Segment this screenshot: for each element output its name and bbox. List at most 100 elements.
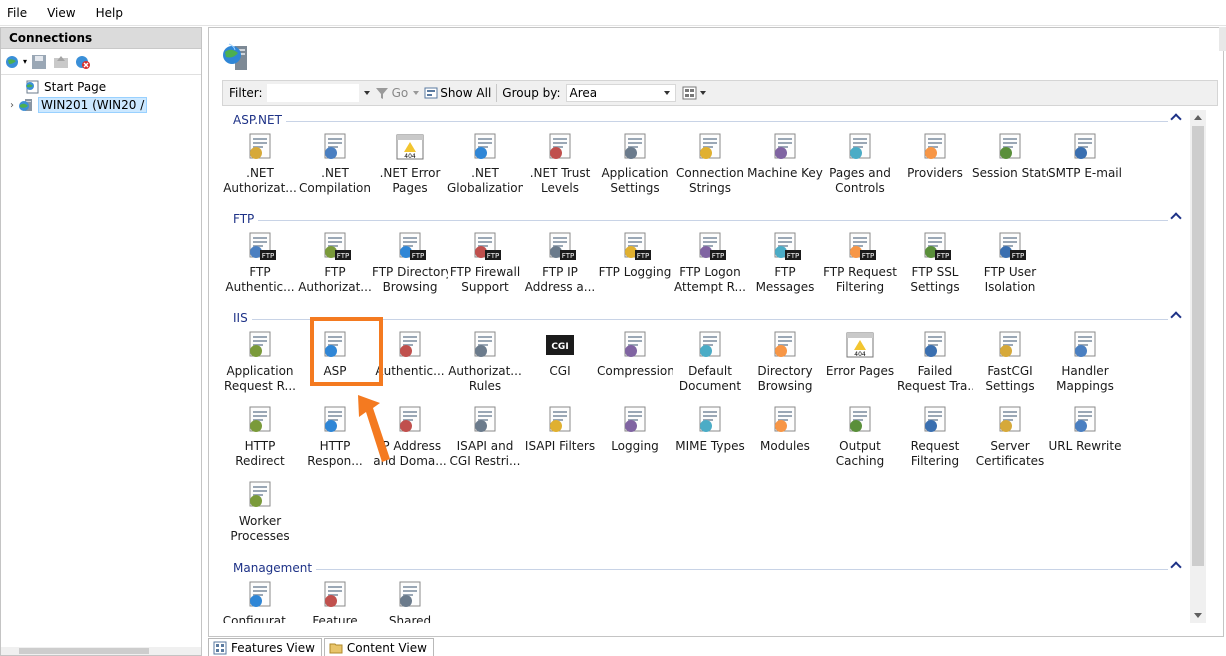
feature-server-certificates[interactable]: Server Certificates xyxy=(972,400,1048,474)
group-by-label: Group by: xyxy=(502,86,561,100)
feature-dotnet-error-pages[interactable]: 404 .NET Error Pages xyxy=(372,127,448,201)
connect-dropdown-icon[interactable]: ▾ xyxy=(23,57,27,66)
feature-failed-request-tracing[interactable]: Failed Request Tra... xyxy=(897,325,973,399)
svg-text:404: 404 xyxy=(404,153,416,160)
menu-file[interactable]: File xyxy=(7,6,27,20)
up-folder-icon[interactable] xyxy=(53,54,69,70)
feature-connection-strings[interactable]: Connection Strings xyxy=(672,127,748,201)
feature-label: Rules xyxy=(468,379,502,393)
connections-hscrollbar[interactable] xyxy=(1,647,201,655)
feature-application-request-routing[interactable]: Application Request R... xyxy=(222,325,298,399)
expand-chevron-icon[interactable]: › xyxy=(10,100,14,111)
feature-ftp-firewall[interactable]: FTP FTP Firewall Support xyxy=(447,226,523,300)
feature-shared-configuration[interactable]: Shared xyxy=(372,575,448,623)
feature-modules[interactable]: Modules xyxy=(747,400,823,474)
tab-content-view[interactable]: Content View xyxy=(323,638,434,656)
feature-worker-processes[interactable]: Worker Processes xyxy=(222,475,298,549)
feature-logging[interactable]: Logging xyxy=(597,400,673,474)
feature-ftp-request-filtering[interactable]: FTP FTP Request Filtering xyxy=(822,226,898,300)
feature-feature-delegation[interactable]: Feature xyxy=(297,575,373,623)
feature-cgi[interactable]: CGI CGI xyxy=(522,325,598,399)
feature-ftp-directory-browsing[interactable]: FTP FTP Directory Browsing xyxy=(372,226,448,300)
feature-smtp-email[interactable]: SMTP E-mail xyxy=(1047,127,1123,201)
dotnet-globalization-icon xyxy=(469,131,501,163)
scroll-thumb[interactable] xyxy=(1192,126,1204,566)
feature-isapi-cgi-restrictions[interactable]: ISAPI and CGI Restri... xyxy=(447,400,523,474)
group-by-select[interactable]: Area xyxy=(565,84,676,102)
filter-dropdown-icon[interactable] xyxy=(363,91,370,95)
feature-authorization-rules[interactable]: Authorizat... Rules xyxy=(447,325,523,399)
asp-highlight-box xyxy=(310,317,383,386)
menu-help[interactable]: Help xyxy=(96,6,123,20)
dotnet-trust-levels-icon xyxy=(544,131,576,163)
feature-output-caching[interactable]: Output Caching xyxy=(822,400,898,474)
feature-ftp-user-isolation[interactable]: FTP FTP User Isolation xyxy=(972,226,1048,300)
feature-dotnet-authorization[interactable]: .NET Authorizat... xyxy=(222,127,298,201)
feature-session-state[interactable]: Session State xyxy=(972,127,1048,201)
collapse-chevron-icon[interactable] xyxy=(1170,113,1182,125)
feature-request-filtering[interactable]: Request Filtering xyxy=(897,400,973,474)
group-by-dropdown-icon[interactable] xyxy=(663,91,670,95)
feature-handler-mappings[interactable]: Handler Mappings xyxy=(1047,325,1123,399)
tab-features-view[interactable]: Features View xyxy=(208,638,322,656)
feature-configuration-editor[interactable]: Configurat... xyxy=(222,575,298,623)
connections-pane: Connections ▾ Start Page › WIN201 (WIN20… xyxy=(0,27,202,656)
show-all-button[interactable]: Show All xyxy=(440,86,491,100)
features-vscrollbar[interactable] xyxy=(1190,110,1206,623)
view-mode-dropdown-icon[interactable] xyxy=(699,91,706,95)
feature-isapi-filters[interactable]: ISAPI Filters xyxy=(522,400,598,474)
go-button[interactable]: Go xyxy=(392,86,409,100)
feature-url-rewrite[interactable]: URL Rewrite xyxy=(1047,400,1123,474)
start-page-icon xyxy=(24,79,40,95)
feature-authentication[interactable]: Authentic... xyxy=(372,325,448,399)
scroll-down-icon[interactable] xyxy=(1194,613,1202,618)
connect-globe-icon[interactable] xyxy=(5,54,21,70)
feature-label: Configurat... xyxy=(222,614,298,623)
feature-ftp-messages[interactable]: FTP FTP Messages xyxy=(747,226,823,300)
filter-input[interactable] xyxy=(266,84,359,102)
feature-dotnet-trust-levels[interactable]: .NET Trust Levels xyxy=(522,127,598,201)
scroll-thumb[interactable] xyxy=(19,648,149,654)
feature-application-settings[interactable]: Application Settings xyxy=(597,127,673,201)
content-view-icon xyxy=(329,641,343,655)
scroll-up-icon[interactable] xyxy=(1194,115,1202,120)
server-icon xyxy=(18,97,34,113)
collapse-chevron-icon[interactable] xyxy=(1170,311,1182,323)
feature-compression[interactable]: Compression xyxy=(597,325,673,399)
delete-connection-icon[interactable] xyxy=(75,54,91,70)
feature-label: FTP Directory xyxy=(372,265,448,279)
feature-dotnet-compilation[interactable]: .NET Compilation xyxy=(297,127,373,201)
feature-fastcgi-settings[interactable]: FastCGI Settings xyxy=(972,325,1048,399)
feature-ftp-logging[interactable]: FTP FTP Logging xyxy=(597,226,673,300)
tree-item-start-page[interactable]: Start Page xyxy=(1,78,201,96)
feature-label: Request xyxy=(910,439,960,453)
ftp-ip-address-icon: FTP xyxy=(544,230,576,262)
feature-label: Compression xyxy=(597,364,673,378)
collapse-chevron-icon[interactable] xyxy=(1170,561,1182,573)
feature-providers[interactable]: Providers xyxy=(897,127,973,201)
save-icon[interactable] xyxy=(31,54,47,70)
feature-directory-browsing[interactable]: Directory Browsing xyxy=(747,325,823,399)
feature-error-pages[interactable]: 404 Error Pages xyxy=(822,325,898,399)
feature-label: Shared xyxy=(388,614,432,623)
feature-default-document[interactable]: Default Document xyxy=(672,325,748,399)
dotnet-authorization-icon xyxy=(244,131,276,163)
feature-ftp-authentication[interactable]: FTP FTP Authentic... xyxy=(222,226,298,300)
feature-dotnet-globalization[interactable]: .NET Globalization xyxy=(447,127,523,201)
feature-http-redirect[interactable]: HTTP Redirect xyxy=(222,400,298,474)
feature-ftp-authorization[interactable]: FTP FTP Authorizat... xyxy=(297,226,373,300)
view-mode-icon[interactable] xyxy=(682,86,698,100)
feature-label: FTP Logon xyxy=(679,265,741,279)
providers-icon xyxy=(919,131,951,163)
menu-view[interactable]: View xyxy=(47,6,75,20)
feature-machine-key[interactable]: Machine Key xyxy=(747,127,823,201)
go-dropdown-icon[interactable] xyxy=(413,91,420,95)
feature-ftp-ip-address[interactable]: FTP FTP IP Address a... xyxy=(522,226,598,300)
feature-ftp-ssl[interactable]: FTP FTP SSL Settings xyxy=(897,226,973,300)
feature-label: Failed xyxy=(917,364,953,378)
feature-pages-controls[interactable]: Pages and Controls xyxy=(822,127,898,201)
feature-mime-types[interactable]: MIME Types xyxy=(672,400,748,474)
tree-item-server[interactable]: › WIN201 (WIN20 / xyxy=(1,96,201,114)
feature-ftp-logon-attempt[interactable]: FTP FTP Logon Attempt R... xyxy=(672,226,748,300)
collapse-chevron-icon[interactable] xyxy=(1170,212,1182,224)
